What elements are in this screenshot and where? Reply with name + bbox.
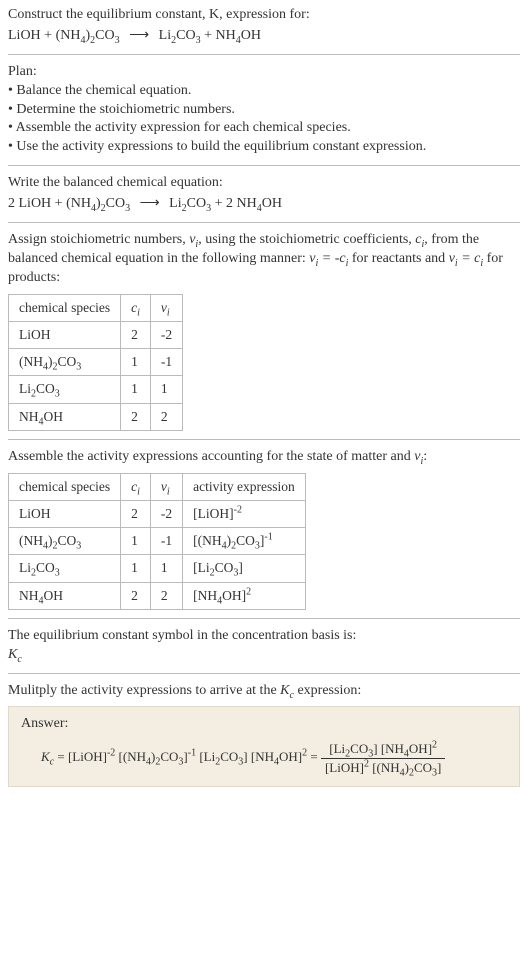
table-row: (NH4)2CO3 1 -1 — [9, 349, 183, 376]
prompt-line: Construct the equilibrium constant, K, e… — [8, 6, 520, 25]
answer-label: Answer: — [21, 715, 507, 734]
plan-item: • Assemble the activity expression for e… — [8, 119, 520, 138]
answer-box: Answer: Kc = [LiOH]-2 [(NH4)2CO3]-1 [Li2… — [8, 706, 520, 787]
table-row: NH4OH 2 2 — [9, 403, 183, 430]
kc-expression: Kc = [LiOH]-2 [(NH4)2CO3]-1 [Li2CO3] [NH… — [21, 740, 507, 776]
section-activity: Assemble the activity expressions accoun… — [8, 439, 520, 610]
activity-table: chemical species ci νi activity expressi… — [8, 473, 306, 610]
table-row: Li2CO3 1 1 — [9, 376, 183, 403]
unbalanced-equation: LiOH + (NH4)2CO3 ⟶ Li2CO3 + NH4OH — [8, 27, 520, 46]
plan-item: • Determine the stoichiometric numbers. — [8, 101, 520, 120]
prompt-text: Construct the equilibrium constant, K, e… — [8, 7, 310, 22]
section-stoich: Assign stoichiometric numbers, νi, using… — [8, 222, 520, 431]
reaction-arrow-icon: ⟶ — [134, 196, 166, 211]
section-prompt: Construct the equilibrium constant, K, e… — [8, 6, 520, 46]
balanced-heading: Write the balanced chemical equation: — [8, 174, 520, 193]
table-row: LiOH 2 -2 — [9, 321, 183, 348]
plan-item: • Balance the chemical equation. — [8, 82, 520, 101]
stoich-text: Assign stoichiometric numbers, νi, using… — [8, 231, 520, 288]
fraction: [Li2CO3] [NH4OH]2[LiOH]2 [(NH4)2CO3] — [321, 740, 445, 776]
kc-symbol: Kc — [8, 646, 520, 665]
table-row: chemical species ci νi — [9, 294, 183, 321]
plan-item: • Use the activity expressions to build … — [8, 138, 520, 157]
table-row: NH4OH 2 2 [NH4OH]2 — [9, 582, 306, 609]
table-row: LiOH 2 -2 [LiOH]-2 — [9, 500, 306, 527]
balanced-equation: 2 LiOH + (NH4)2CO3 ⟶ Li2CO3 + 2 NH4OH — [8, 195, 520, 214]
section-plan: Plan: • Balance the chemical equation. •… — [8, 54, 520, 157]
plan-heading: Plan: — [8, 63, 520, 82]
activity-heading: Assemble the activity expressions accoun… — [8, 448, 520, 467]
reaction-arrow-icon: ⟶ — [123, 28, 155, 43]
table-row: chemical species ci νi activity expressi… — [9, 473, 306, 500]
col-species: chemical species — [9, 294, 121, 321]
stoich-table: chemical species ci νi LiOH 2 -2 (NH4)2C… — [8, 294, 183, 431]
section-multiply: Mulitply the activity expressions to arr… — [8, 673, 520, 788]
table-row: Li2CO3 1 1 [Li2CO3] — [9, 555, 306, 582]
section-balanced: Write the balanced chemical equation: 2 … — [8, 165, 520, 214]
section-kc-symbol: The equilibrium constant symbol in the c… — [8, 618, 520, 665]
table-row: (NH4)2CO3 1 -1 [(NH4)2CO3]-1 — [9, 528, 306, 555]
col-vi: νi — [150, 294, 182, 321]
kc-text: The equilibrium constant symbol in the c… — [8, 627, 520, 646]
col-ci: ci — [121, 294, 151, 321]
multiply-text: Mulitply the activity expressions to arr… — [8, 682, 520, 701]
